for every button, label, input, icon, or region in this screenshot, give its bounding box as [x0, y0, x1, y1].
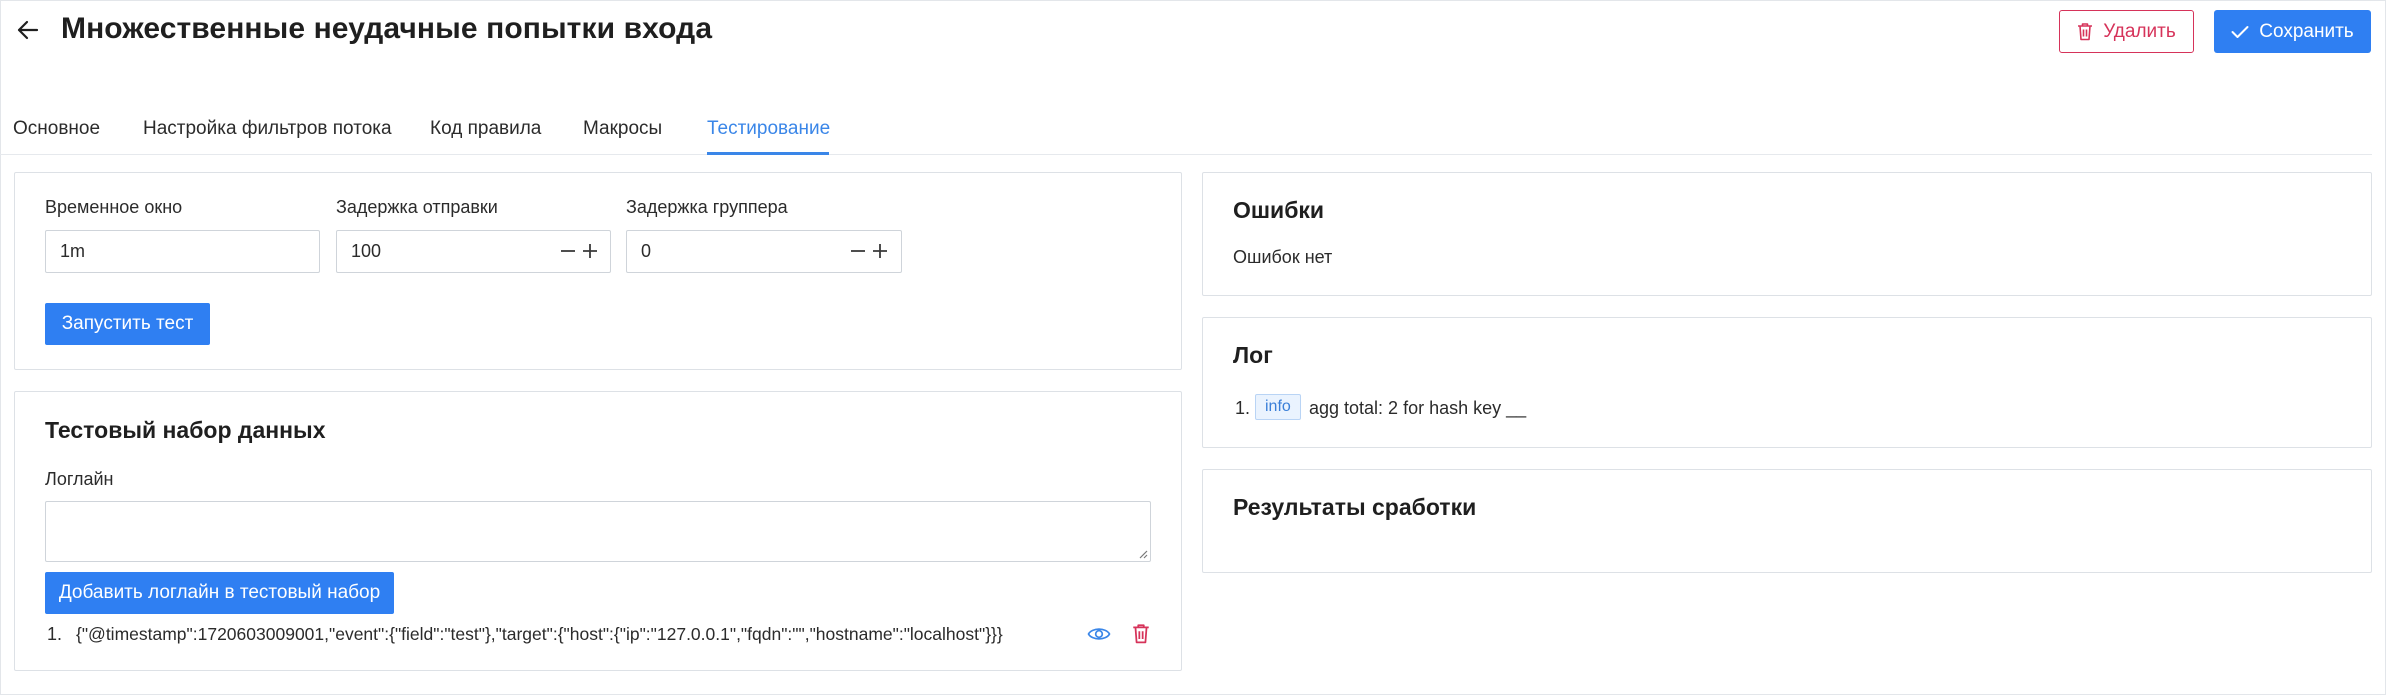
time-window-label: Временное окно: [45, 197, 183, 217]
tab-macros[interactable]: Макросы: [583, 118, 662, 140]
back-button[interactable]: [16, 18, 40, 42]
page-title: Множественные неудачные попытки входа: [61, 12, 713, 45]
trash-icon: [2078, 23, 2093, 41]
add-logline-button[interactable]: Добавить логлайн в тестовый набор: [45, 572, 394, 614]
tab-bar: Основное Настройка фильтров потока Код п…: [0, 108, 2372, 155]
time-window-input[interactable]: 1m: [45, 230, 320, 273]
send-delay-label: Задержка отправки: [336, 197, 498, 217]
grouper-delay-value: 0: [641, 241, 652, 261]
resize-handle-icon[interactable]: [1138, 549, 1148, 559]
tab-stream-filters[interactable]: Настройка фильтров потока: [143, 118, 392, 140]
run-test-button[interactable]: Запустить тест: [45, 303, 210, 345]
send-delay-stepper[interactable]: 100: [336, 230, 611, 273]
logline-textarea[interactable]: [45, 501, 1151, 562]
log-title: Лог: [1233, 342, 1273, 368]
grouper-delay-stepper[interactable]: 0: [626, 230, 902, 273]
dataset-item-index: 1.: [47, 624, 63, 644]
minus-icon[interactable]: [849, 242, 867, 260]
trash-icon[interactable]: [1132, 623, 1150, 644]
delete-button[interactable]: Удалить: [2059, 10, 2194, 53]
check-icon: [2231, 25, 2249, 38]
save-button-label: Сохранить: [2259, 20, 2354, 42]
results-panel: Результаты сработки: [1202, 469, 2372, 573]
delete-button-label: Удалить: [2103, 20, 2176, 42]
send-delay-value: 100: [351, 241, 382, 261]
save-button[interactable]: Сохранить: [2214, 10, 2371, 53]
results-title: Результаты сработки: [1233, 494, 1477, 520]
arrow-left-icon: [17, 20, 39, 40]
test-dataset-panel: Тестовый набор данных Логлайн Добавить л…: [14, 391, 1182, 671]
log-entry-text: agg total: 2 for hash key __: [1309, 398, 1527, 418]
logline-label: Логлайн: [45, 469, 114, 489]
dataset-item-text: {"@timestamp":1720603009001,"event":{"fi…: [76, 624, 1003, 644]
dataset-title: Тестовый набор данных: [45, 417, 326, 443]
tab-general[interactable]: Основное: [13, 118, 100, 140]
plus-icon[interactable]: [871, 242, 889, 260]
grouper-delay-label: Задержка группера: [626, 197, 788, 217]
errors-message: Ошибок нет: [1233, 247, 1333, 267]
eye-icon[interactable]: [1087, 625, 1111, 643]
tab-testing[interactable]: Тестирование: [707, 118, 830, 140]
log-panel: Лог 1. info agg total: 2 for hash key __: [1202, 317, 2372, 448]
plus-icon[interactable]: [581, 242, 599, 260]
minus-icon[interactable]: [559, 242, 577, 260]
test-settings-panel: Временное окно 1m Задержка отправки 100 …: [14, 172, 1182, 370]
log-level-badge: info: [1255, 394, 1301, 420]
errors-panel: Ошибки Ошибок нет: [1202, 172, 2372, 296]
tab-rule-code[interactable]: Код правила: [430, 118, 541, 140]
time-window-value: 1m: [60, 241, 86, 261]
log-entry-index: 1.: [1235, 398, 1251, 418]
active-tab-indicator: [707, 152, 829, 155]
errors-title: Ошибки: [1233, 197, 1325, 223]
